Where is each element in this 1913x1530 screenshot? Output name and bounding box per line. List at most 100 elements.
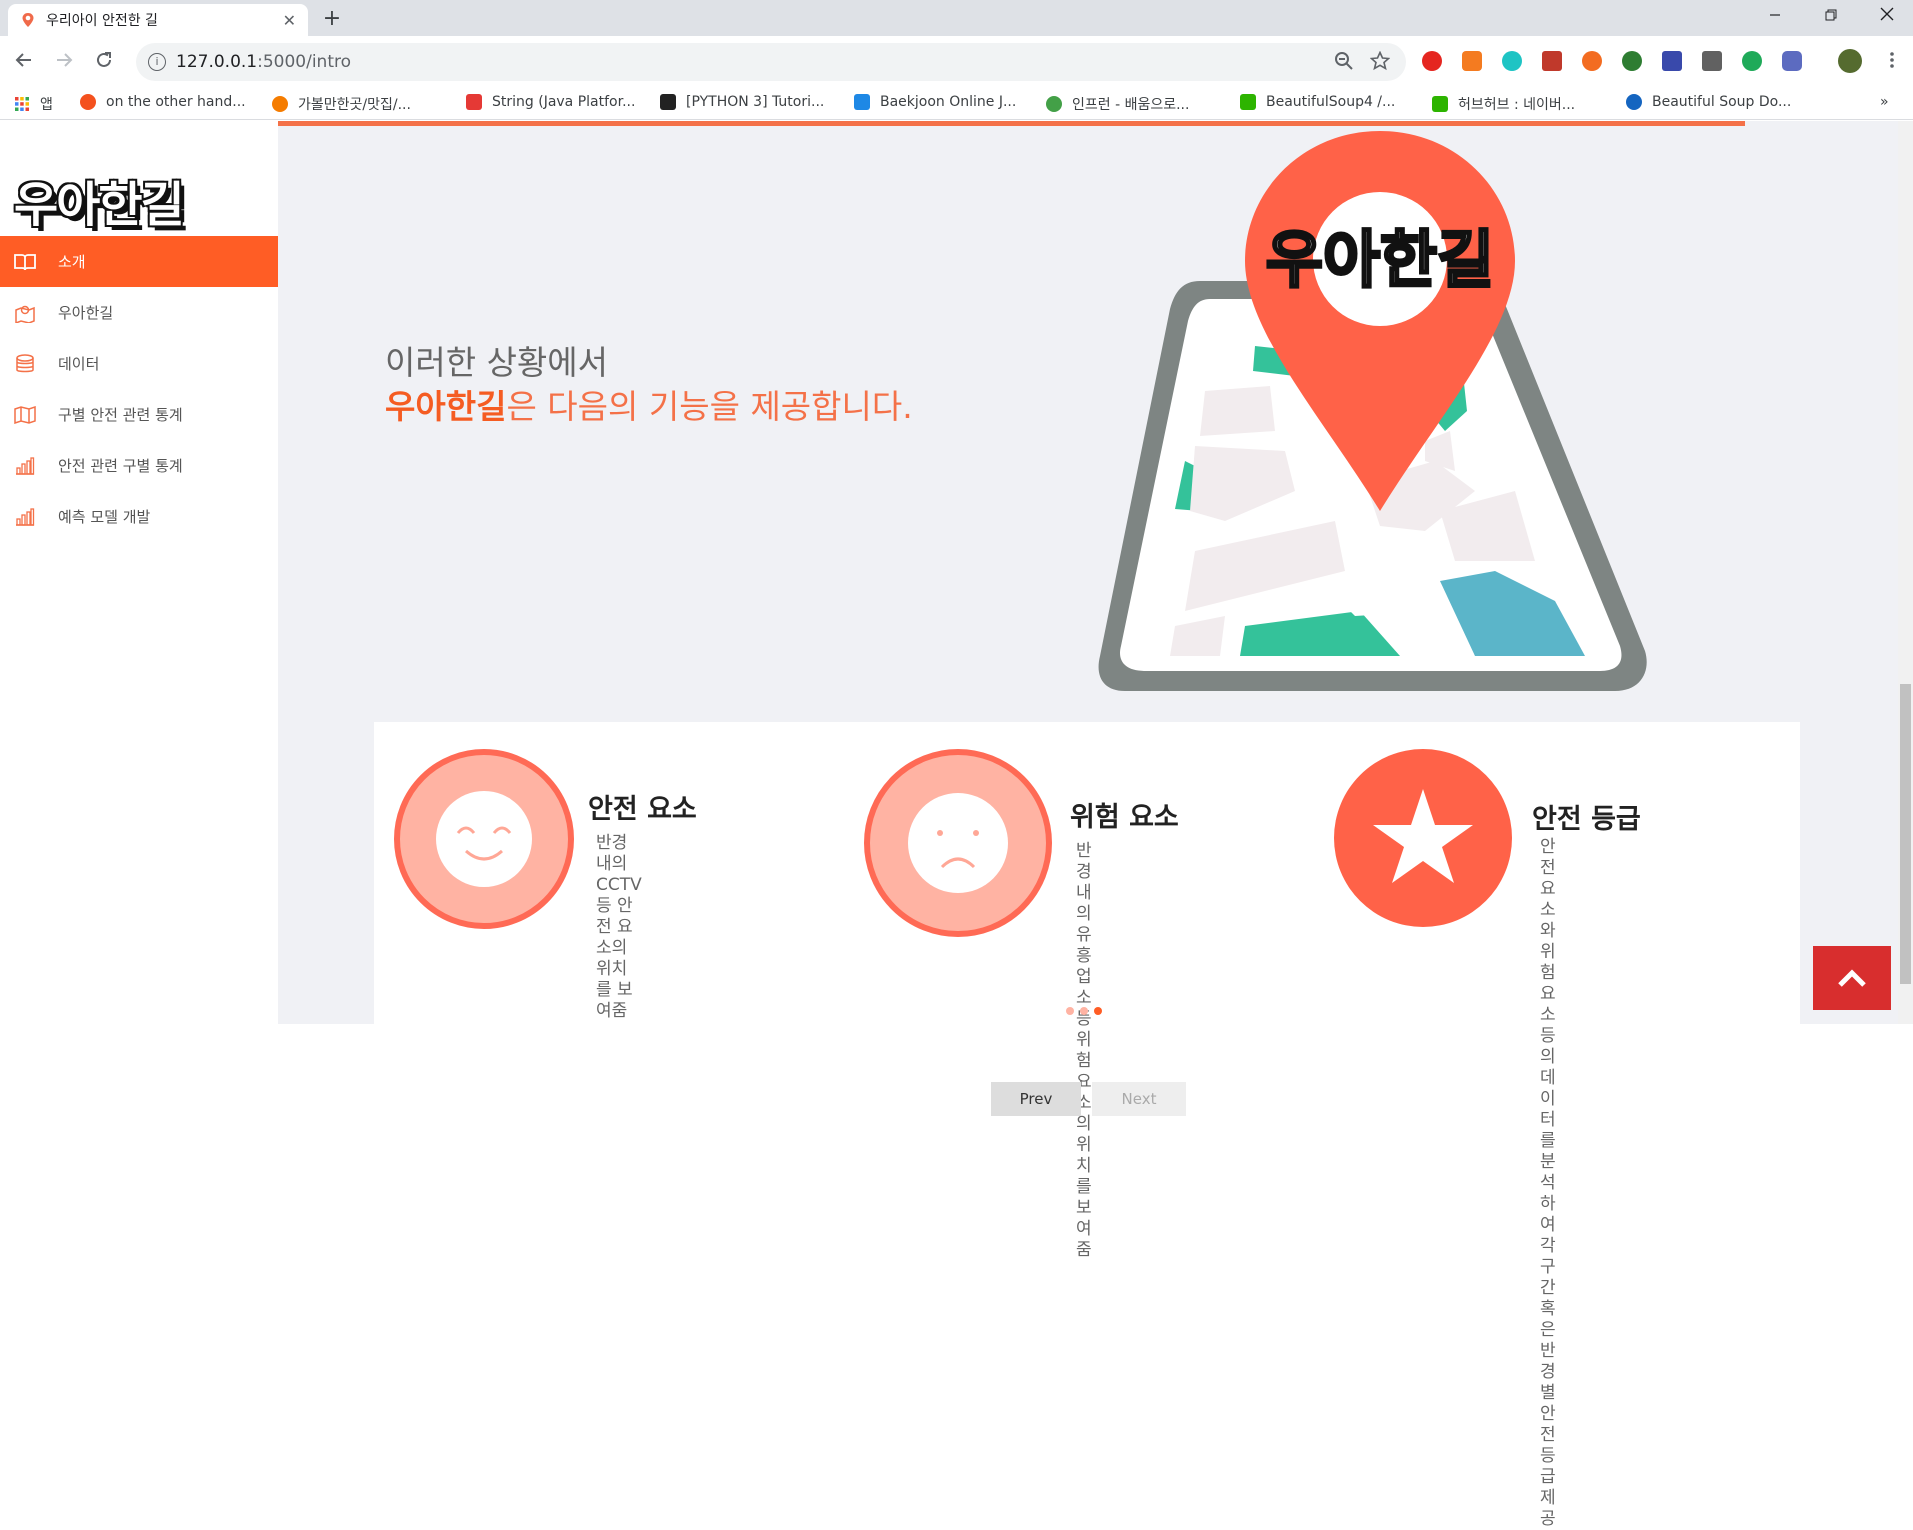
feature-description: 안전 요소와 위험 요소 등의 데이터를 분석하여 각 구간 혹은 반경 별 안전 …: [1540, 837, 1556, 1529]
sidebar-item-label: 예측 모델 개발: [58, 508, 151, 526]
map-pin-favicon-icon: [22, 13, 34, 27]
prev-button[interactable]: Prev: [991, 1082, 1081, 1116]
bookmark-favicon-icon: [854, 94, 870, 110]
carousel-dots: [1066, 1007, 1106, 1017]
extension-opera-icon[interactable]: [1422, 51, 1442, 71]
feature-title: 안전 요소: [588, 794, 697, 825]
bookmark-item[interactable]: 인프런 - 배움으로...: [1046, 94, 1189, 114]
sidebar-item-label: 구별 안전 관련 통계: [58, 406, 183, 424]
extension-r-icon[interactable]: [1782, 51, 1802, 71]
bookmark-item[interactable]: BeautifulSoup4 /...: [1240, 94, 1395, 110]
extension-eyedropper-icon[interactable]: [1702, 51, 1722, 71]
bookmark-favicon-icon: [1240, 94, 1256, 110]
page-scrollbar[interactable]: [1898, 121, 1913, 1024]
more-bookmarks-button[interactable]: »: [1880, 94, 1889, 110]
bookmark-item[interactable]: String (Java Platfor...: [466, 94, 635, 110]
bookmark-favicon-icon: [1046, 96, 1062, 112]
sidebar-item-label: 우아한길: [58, 304, 114, 322]
restore-icon[interactable]: [1808, 0, 1854, 34]
bookmark-favicon-icon: [80, 94, 96, 110]
sidebar-item-intro[interactable]: 소개: [0, 236, 278, 287]
bookmark-favicon-icon: [466, 94, 482, 110]
extension-m-icon[interactable]: [1502, 51, 1522, 71]
bookmark-item[interactable]: [PYTHON 3] Tutori...: [660, 94, 824, 110]
minimize-icon[interactable]: [1752, 0, 1798, 34]
sidebar-menu: 소개 우아한길 데이터 구별 안전 관련 통계 안전 관련 구별 통계 예측 모…: [0, 236, 278, 542]
bookmark-favicon-icon: [660, 94, 676, 110]
new-tab-button[interactable]: +: [318, 6, 346, 34]
bar-chart-icon: [14, 456, 36, 475]
browser-toolbar: i 127.0.0.1:5000/intro: [0, 36, 1913, 88]
bookmark-item[interactable]: 허브허브 : 네이버...: [1432, 94, 1575, 114]
url-text: 127.0.0.1:5000/intro: [176, 52, 352, 72]
bookmark-star-icon[interactable]: [1369, 50, 1391, 76]
intro-headline: 이러한 상황에서 우아한길은 다음의 기능을 제공합니다.: [385, 341, 913, 429]
extension-ex-icon[interactable]: [1462, 51, 1482, 71]
bookmark-favicon-icon: [1432, 96, 1448, 112]
feature-description: 반경 내의 유흥 업소 등 위험 요소의 위치를 보여줌: [1076, 841, 1092, 1260]
sidebar-item-district-stats[interactable]: 구별 안전 관련 통계: [0, 389, 278, 440]
site-logo[interactable]: 우아한길: [14, 165, 185, 235]
address-bar[interactable]: i 127.0.0.1:5000/intro: [136, 43, 1406, 81]
map-pin-illustration: 우아한길: [1098, 131, 1647, 691]
book-open-icon: [14, 253, 36, 271]
back-icon[interactable]: [10, 48, 38, 76]
bookmark-apps[interactable]: 앱: [14, 94, 53, 114]
map-logo-text: 우아한길: [1266, 223, 1494, 296]
bookmark-item[interactable]: 가볼만한곳/맛집/...: [272, 94, 411, 114]
sidebar-item-data[interactable]: 데이터: [0, 338, 278, 389]
browser-tab[interactable]: 우리아이 안전한 길 ✕: [8, 4, 308, 36]
extension-lifebuoy-icon[interactable]: [1582, 51, 1602, 71]
sidebar-item-prediction[interactable]: 예측 모델 개발: [0, 491, 278, 542]
sidebar-item-safety-stats[interactable]: 안전 관련 구별 통계: [0, 440, 278, 491]
reload-icon[interactable]: [90, 48, 118, 76]
extension-globe-icon[interactable]: [1622, 51, 1642, 71]
chevron-up-icon: [1838, 969, 1866, 987]
feature-carousel: 안전 요소 반경 내의 CCTV 등 안전 요소의 위치를 보여줌 위험 요소 반…: [374, 722, 1800, 1529]
bookmark-favicon-icon: [272, 96, 288, 112]
feature-title: 위험 요소: [1070, 802, 1179, 833]
scrollbar-thumb[interactable]: [1900, 684, 1911, 984]
tab-strip: 우리아이 안전한 길 ✕ +: [0, 0, 1913, 36]
scroll-to-top-button[interactable]: [1813, 946, 1891, 1010]
feature-description: 반경 내의 CCTV 등 안전 요소의 위치를 보여줌: [596, 833, 642, 1021]
sidebar-item-label: 데이터: [58, 355, 100, 373]
tab-title: 우리아이 안전한 길: [46, 13, 158, 29]
sidebar-item-label: 소개: [58, 253, 86, 271]
map-icon: [14, 405, 36, 424]
bookmarks-bar: 앱 on the other hand... 가볼만한곳/맛집/... Stri…: [0, 88, 1913, 120]
tab-close-icon[interactable]: ✕: [283, 11, 296, 30]
feature-title: 안전 등급: [1532, 804, 1641, 835]
headline-line-2: 우아한길은 다음의 기능을 제공합니다.: [385, 387, 913, 426]
sidebar: 우아한길 소개 우아한길 데이터 구별 안전 관련 통계 안전 관련 구별 통계…: [0, 121, 278, 1024]
sad-face-icon: [864, 749, 1052, 937]
page-content: 우아한길 소개 우아한길 데이터 구별 안전 관련 통계 안전 관련 구별 통계…: [0, 121, 1913, 1529]
smile-icon: [394, 749, 574, 929]
map-marker-icon: [14, 304, 36, 323]
forward-icon[interactable]: [50, 48, 78, 76]
database-icon: [14, 353, 36, 373]
menu-kebab-icon[interactable]: [1878, 48, 1906, 76]
bookmark-item[interactable]: Baekjoon Online J...: [854, 94, 1016, 110]
headline-line-1: 이러한 상황에서: [385, 343, 609, 382]
carousel-dot[interactable]: [1066, 1007, 1074, 1015]
carousel-dot-active[interactable]: [1094, 1007, 1102, 1015]
extension-crop-icon[interactable]: [1662, 51, 1682, 71]
sidebar-item-map[interactable]: 우아한길: [0, 287, 278, 338]
apps-grid-icon: [15, 97, 29, 111]
site-info-icon[interactable]: i: [148, 53, 166, 71]
profile-avatar[interactable]: [1838, 49, 1862, 73]
zoom-out-icon[interactable]: [1334, 51, 1354, 76]
next-button[interactable]: Next: [1092, 1082, 1186, 1116]
star-icon: [1334, 749, 1512, 927]
bookmark-favicon-icon: [1626, 94, 1642, 110]
extension-chat-icon[interactable]: [1742, 51, 1762, 71]
sidebar-item-label: 안전 관련 구별 통계: [58, 457, 183, 475]
bookmark-item[interactable]: Beautiful Soup Do...: [1626, 94, 1791, 110]
carousel-dot[interactable]: [1080, 1007, 1088, 1015]
bookmark-item[interactable]: on the other hand...: [80, 94, 246, 110]
headline-brand: 우아한길: [385, 387, 507, 426]
close-window-icon[interactable]: [1864, 0, 1910, 34]
bar-chart-icon: [14, 507, 36, 526]
extension-pdf-icon[interactable]: [1542, 51, 1562, 71]
